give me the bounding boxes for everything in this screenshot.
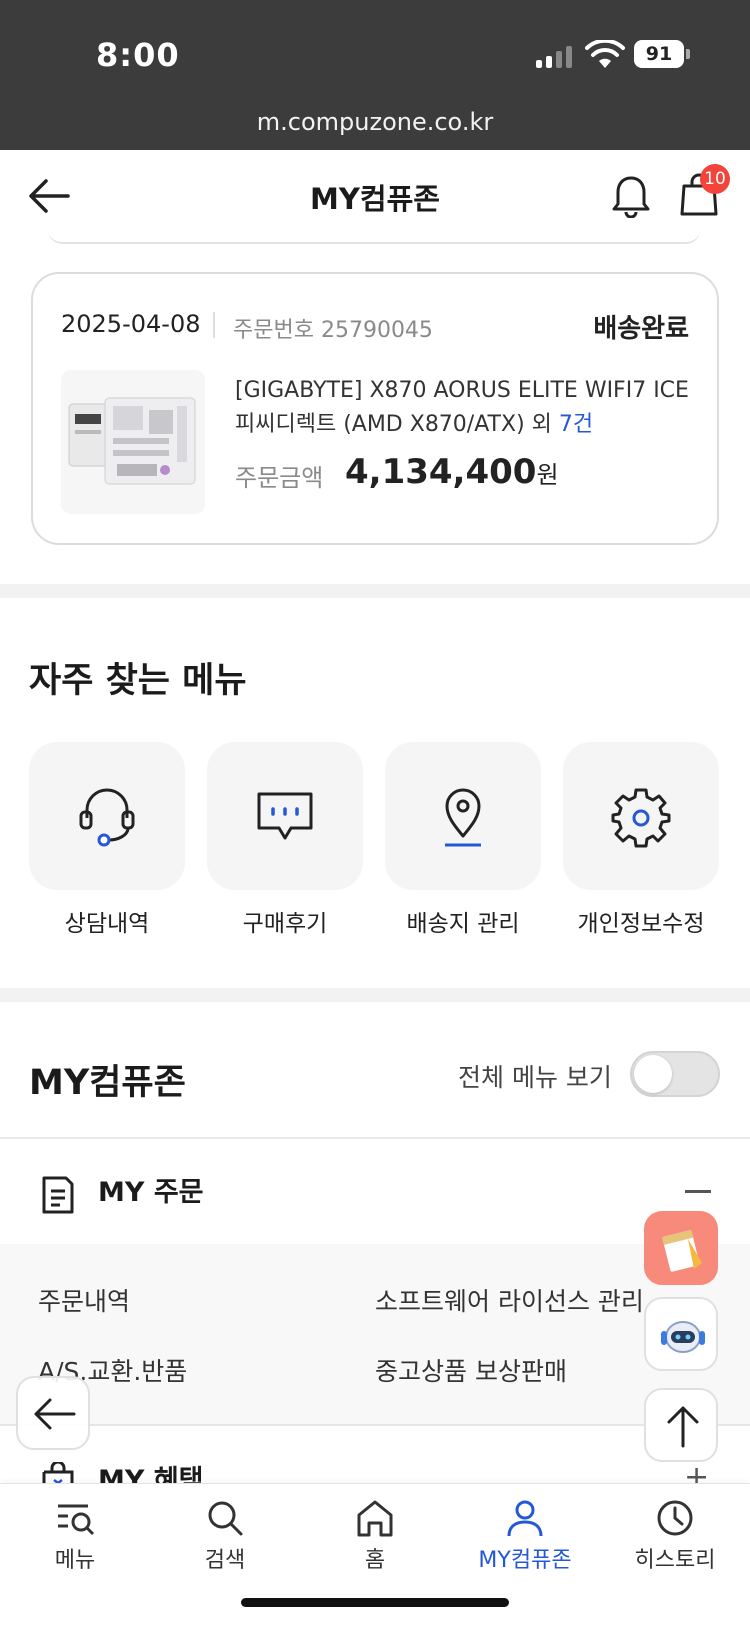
collapse-icon[interactable] bbox=[685, 1190, 711, 1193]
tab-label-my-compuzone: MY컴퓨존 bbox=[478, 1548, 572, 1573]
my-order-header[interactable]: MY 주문 bbox=[0, 1140, 750, 1244]
robot-icon bbox=[661, 1321, 705, 1353]
section-gap bbox=[0, 988, 750, 1002]
more-items-count[interactable]: 7건 bbox=[559, 412, 593, 437]
tab-home[interactable]: 홈 bbox=[300, 1498, 450, 1574]
toggle-knob bbox=[634, 1055, 672, 1093]
tab-history[interactable]: 히스토리 bbox=[600, 1498, 750, 1574]
tile-shipping-address[interactable] bbox=[385, 742, 541, 890]
chatbot-fab[interactable] bbox=[644, 1297, 718, 1371]
motherboard-image bbox=[68, 397, 196, 485]
location-pin-icon bbox=[445, 788, 481, 847]
product-name-text: [GIGABYTE] X870 AORUS ELITE WIFI7 ICE 피씨… bbox=[235, 378, 689, 437]
all-menu-toggle[interactable] bbox=[630, 1051, 720, 1097]
order-header-divider bbox=[213, 312, 215, 338]
section-gap bbox=[0, 584, 750, 598]
submenu-software-license[interactable]: 소프트웨어 라이선스 관리 bbox=[375, 1282, 644, 1318]
all-menu-label: 전체 메뉴 보기 bbox=[458, 1063, 612, 1092]
clock-icon bbox=[657, 1500, 693, 1536]
menu-search-icon bbox=[58, 1504, 95, 1536]
home-indicator[interactable] bbox=[241, 1598, 509, 1607]
battery-tip bbox=[686, 49, 690, 59]
arrow-up-icon bbox=[667, 1406, 699, 1448]
home-icon bbox=[357, 1500, 393, 1537]
url-bar[interactable]: m.compuzone.co.kr bbox=[0, 108, 750, 136]
headset-icon bbox=[79, 788, 135, 847]
tab-label-history: 히스토리 bbox=[634, 1548, 716, 1573]
currency-unit: 원 bbox=[536, 461, 559, 489]
battery-indicator: 91 bbox=[634, 40, 684, 68]
document-icon bbox=[42, 1176, 74, 1214]
order-status: 배송완료 bbox=[593, 314, 689, 344]
tab-label-search: 검색 bbox=[204, 1548, 246, 1573]
submenu-used-trade-in[interactable]: 중고상품 보상판매 bbox=[375, 1352, 567, 1388]
arrow-left-icon bbox=[34, 1398, 76, 1430]
product-name[interactable]: [GIGABYTE] X870 AORUS ELITE WIFI7 ICE 피씨… bbox=[235, 374, 695, 442]
my-order-submenu: 주문내역 소프트웨어 라이선스 관리 A/S.교환.반품 중고상품 보상판매 bbox=[0, 1244, 750, 1424]
cart-count-badge: 10 bbox=[700, 164, 730, 194]
tile-label-reviews: 구매후기 bbox=[242, 911, 328, 937]
my-section-title: MY컴퓨존 bbox=[29, 1063, 186, 1103]
tile-consultation[interactable] bbox=[29, 742, 185, 890]
memo-fab[interactable] bbox=[644, 1211, 718, 1285]
order-date: 2025-04-08 bbox=[61, 310, 201, 338]
bell-icon[interactable] bbox=[612, 174, 650, 218]
tab-my-compuzone[interactable]: MY컴퓨존 bbox=[450, 1498, 600, 1574]
chat-icon bbox=[257, 792, 313, 840]
search-icon bbox=[208, 1501, 243, 1536]
order-amount: 4,134,400원 bbox=[345, 452, 559, 492]
status-time: 8:00 bbox=[96, 36, 180, 74]
product-thumbnail[interactable] bbox=[61, 370, 205, 514]
tile-label-shipping: 배송지 관리 bbox=[406, 911, 520, 937]
amount-label: 주문금액 bbox=[235, 464, 324, 492]
scroll-top-fab[interactable] bbox=[644, 1388, 718, 1462]
tab-menu[interactable]: 메뉴 bbox=[0, 1498, 150, 1574]
frequent-menu-title: 자주 찾는 메뉴 bbox=[29, 661, 247, 701]
person-icon bbox=[507, 1500, 543, 1537]
notepad-icon bbox=[662, 1229, 702, 1272]
wifi-icon bbox=[585, 40, 625, 68]
order-card[interactable]: 2025-04-08 주문번호 25790045 배송완료 [GIGABYTE]… bbox=[31, 272, 719, 545]
tab-label-menu: 메뉴 bbox=[54, 1548, 96, 1573]
tile-profile-settings[interactable] bbox=[563, 742, 719, 890]
gear-icon bbox=[611, 788, 671, 848]
order-number: 주문번호 25790045 bbox=[233, 318, 433, 343]
amount-value: 4,134,400 bbox=[345, 452, 537, 492]
previous-card-edge bbox=[48, 228, 700, 244]
browser-back-fab[interactable] bbox=[16, 1376, 90, 1450]
signal-icon bbox=[536, 46, 572, 68]
tab-label-home: 홈 bbox=[364, 1548, 386, 1573]
tile-label-profile: 개인정보수정 bbox=[577, 911, 705, 937]
divider bbox=[0, 1137, 750, 1139]
tile-reviews[interactable] bbox=[207, 742, 363, 890]
status-bar: 8:00 91 m.compuzone.co.kr bbox=[0, 0, 750, 150]
my-order-label: MY 주문 bbox=[98, 1177, 204, 1208]
tile-label-consultation: 상담내역 bbox=[64, 911, 150, 937]
divider bbox=[0, 1424, 750, 1426]
tab-search[interactable]: 검색 bbox=[150, 1498, 300, 1574]
submenu-order-history[interactable]: 주문내역 bbox=[38, 1282, 130, 1318]
